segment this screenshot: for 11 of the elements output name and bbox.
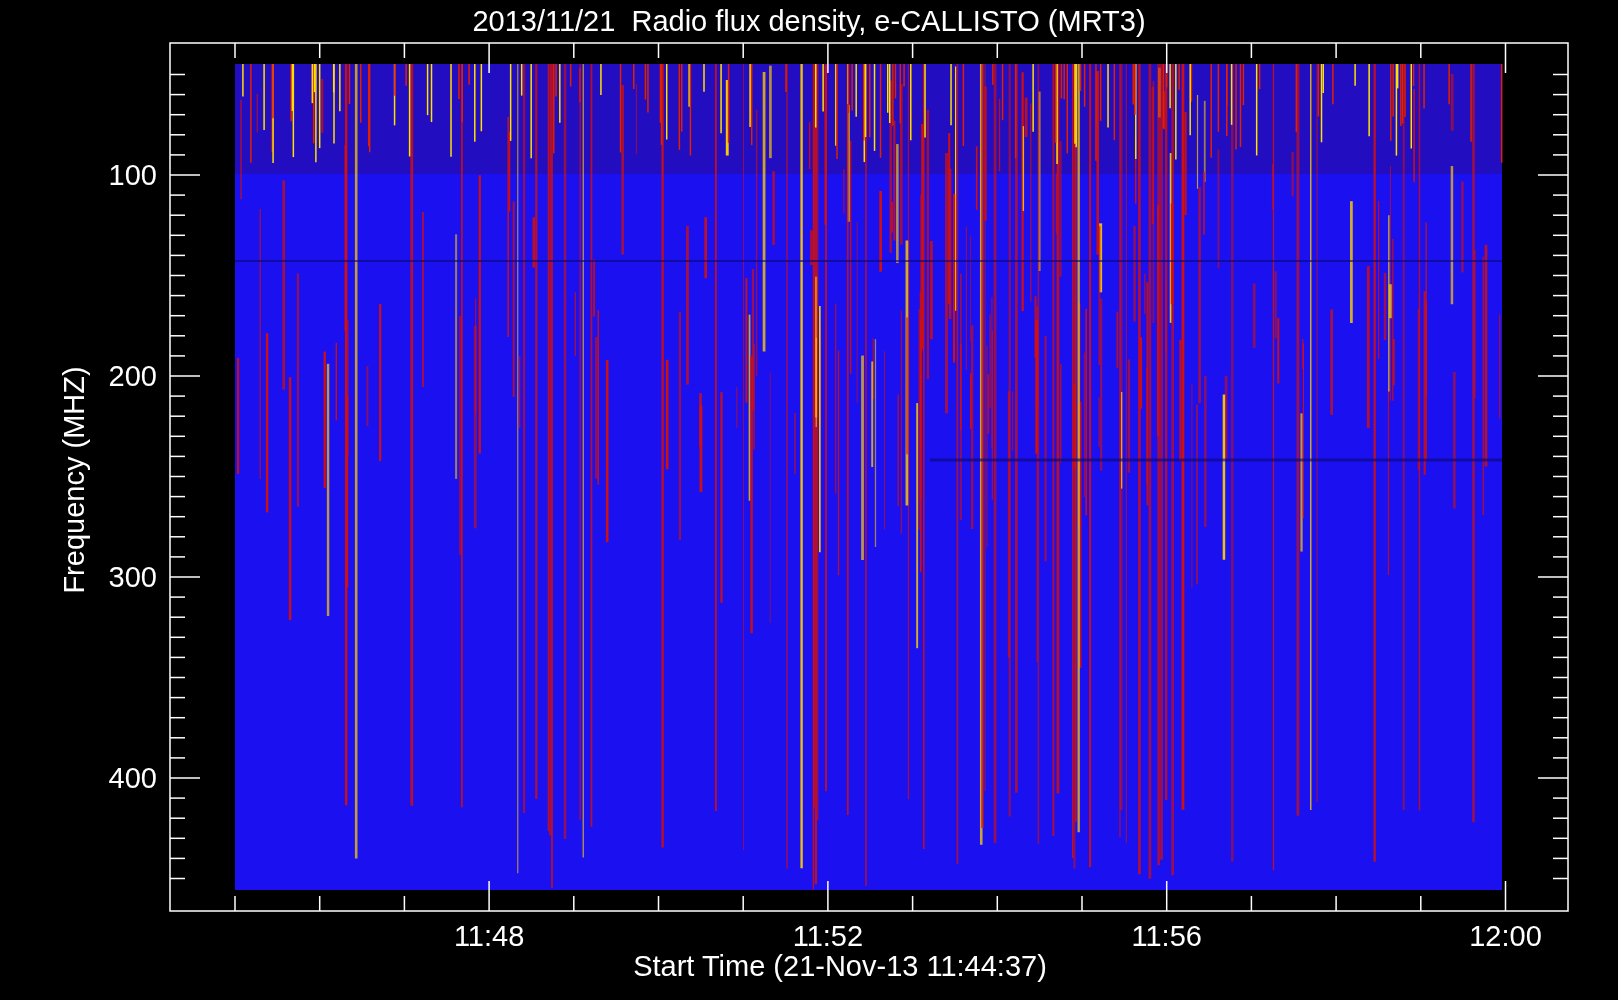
- axis-label: Start Time (21-Nov-13 11:44:37): [633, 950, 1047, 982]
- axis-tick-label: 12:00: [1469, 920, 1542, 952]
- axis-tick-label: 11:48: [453, 920, 525, 952]
- chart-title: 2013/11/21 Radio flux density, e-CALLISTO (MRT3): [472, 5, 1146, 37]
- axis-label: Frequency (MHZ): [58, 366, 90, 594]
- axis-tick-label: 11:52: [792, 920, 864, 952]
- axis-tick-label: 400: [108, 762, 157, 794]
- axis-tick-label: 100: [108, 159, 157, 191]
- axis-tick-label: 200: [108, 360, 157, 392]
- axis-tick-label: 300: [108, 561, 157, 593]
- axis-tick-label: 11:56: [1131, 920, 1202, 952]
